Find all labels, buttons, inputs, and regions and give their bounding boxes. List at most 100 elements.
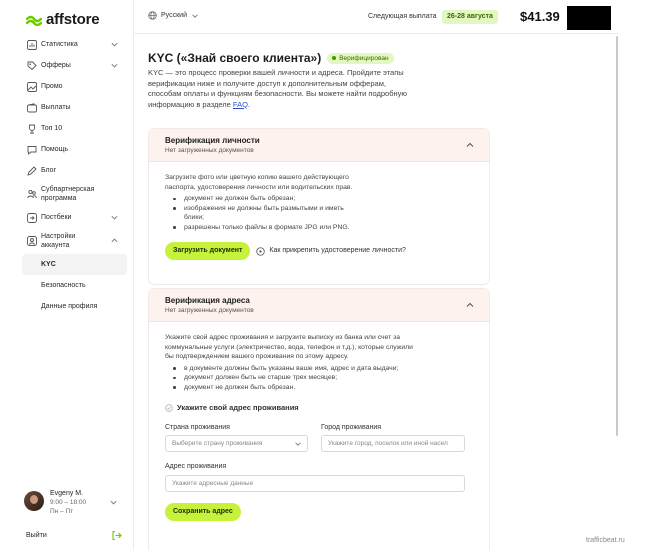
chevron-down-icon (110, 500, 117, 505)
chevron-down-icon (111, 42, 118, 47)
check-circle-icon (165, 404, 173, 412)
logout-icon (112, 530, 122, 541)
save-address-button[interactable]: Сохранить адрес (165, 502, 241, 521)
sidebar-item-offers[interactable]: Офферы (22, 55, 127, 76)
user-menu[interactable] (567, 6, 611, 30)
tag-icon (26, 60, 37, 71)
play-circle-icon (256, 246, 266, 256)
title-row: KYC («Знай своего клиента») Верифицирова… (148, 51, 394, 65)
intro-text: KYC — это процесс проверки вашей личност… (148, 68, 410, 110)
logout-label: Выйти (26, 532, 47, 539)
identity-description: Загрузите фото или цветную копию вашего … (165, 174, 353, 191)
sidebar-item-payouts[interactable]: Выплаты (22, 97, 127, 118)
address-input[interactable]: Укажите адресные данные (165, 474, 465, 492)
address-step: Укажите свой адрес проживания (165, 403, 473, 413)
address-description: Укажите свой адрес проживания и загрузит… (165, 334, 413, 360)
scrollbar[interactable] (616, 36, 618, 436)
list-item: разрешены только файлы в формате JPG или… (165, 223, 365, 233)
identity-verification-card: Верификация личности Нет загруженных док… (148, 128, 490, 285)
manager-days: Пн – Пт (50, 508, 74, 515)
sidebar-item-blog[interactable]: Блог (22, 160, 127, 181)
sidebar-item-label: Блог (41, 167, 57, 174)
page-title: KYC («Знай своего клиента») (148, 51, 322, 65)
country-placeholder: Выберите страну проживания (172, 440, 263, 447)
list-item: документ должен быть не старше трех меся… (165, 373, 425, 383)
identity-help-link[interactable]: Как прикрепить удостоверение личности? (256, 246, 406, 256)
list-item: документ не должен быть обрезан; (165, 194, 365, 204)
chevron-up-icon (466, 302, 474, 307)
address-actions: Сохранить адрес (165, 502, 473, 521)
sidebar-nav: Статистика Офферы Промо Выплаты Топ 10 П… (22, 34, 127, 317)
chevron-down-icon (111, 215, 118, 220)
identity-card-body: Загрузите фото или цветную копию вашего … (149, 162, 489, 272)
faq-link[interactable]: FAQ (233, 100, 248, 109)
sidebar-item-label: Статистика (41, 41, 78, 48)
sidebar-item-statistics[interactable]: Статистика (22, 34, 127, 55)
chevron-up-icon (111, 238, 118, 243)
identity-rules: документ не должен быть обрезан; изображ… (165, 194, 365, 232)
sidebar-item-label: Постбеки (41, 214, 72, 221)
address-card-header[interactable]: Верификация адреса Нет загруженных докум… (149, 289, 489, 322)
sidebar-subitem-security[interactable]: Безопасность (22, 275, 127, 296)
sidebar-subitem-kyc[interactable]: KYC (22, 254, 127, 275)
status-dot-icon (332, 56, 337, 60)
globe-icon (148, 11, 157, 20)
sidebar-item-account-settings[interactable]: Настройки аккаунта (22, 228, 127, 254)
sidebar-item-top10[interactable]: Топ 10 (22, 118, 127, 139)
address-card-body: Укажите свой адрес проживания и загрузит… (149, 322, 489, 533)
country-select[interactable]: Выберите страну проживания (165, 435, 308, 452)
manager-hours: 9:00 – 18:00 (50, 499, 87, 506)
sidebar: affstore Статистика Офферы Промо Выплаты… (0, 0, 134, 550)
address-label: Адрес проживания (165, 463, 227, 470)
language-selector[interactable]: Русский (148, 11, 199, 20)
sidebar-item-label: Субпартнерская программа (41, 186, 95, 202)
sidebar-item-postbacks[interactable]: Постбеки (22, 207, 127, 228)
upload-document-button[interactable]: Загрузить документ (165, 242, 251, 260)
address-rules: в документе должны быть указаны ваше имя… (165, 364, 425, 393)
image-icon (26, 81, 37, 92)
city-group: Город проживания Укажите город, поселок … (321, 423, 465, 452)
sidebar-item-label: Топ 10 (41, 125, 63, 132)
trophy-icon (26, 123, 37, 134)
intro-body: KYC — это процесс проверки вашей личност… (148, 68, 408, 109)
manager-name: Evgeny M. (50, 490, 84, 497)
language-label: Русский (161, 12, 187, 19)
city-label: Город проживания (321, 423, 382, 431)
sidebar-item-label: Промо (41, 83, 63, 90)
identity-card-header[interactable]: Верификация личности Нет загруженных док… (149, 129, 489, 162)
wallet-icon (26, 102, 37, 113)
identity-card-status: Нет загруженных документов (165, 147, 254, 154)
stats-icon (26, 39, 37, 50)
identity-actions: Загрузить документ Как прикрепить удосто… (165, 242, 473, 260)
chevron-down-icon (111, 63, 118, 68)
status-badge: Верифицирован (327, 52, 394, 64)
address-verification-card: Верификация адреса Нет загруженных докум… (148, 288, 490, 550)
city-input[interactable]: Укажите город, поселок или иной насел (321, 435, 465, 452)
address-step-label: Укажите свой адрес проживания (177, 403, 299, 412)
sidebar-item-label: Настройки аккаунта (41, 233, 76, 249)
avatar (24, 491, 44, 511)
logout-button[interactable]: Выйти (26, 530, 122, 541)
sidebar-item-help[interactable]: Помощь (22, 139, 127, 160)
user-settings-icon (26, 236, 37, 247)
sidebar-item-label: Выплаты (41, 104, 71, 111)
sidebar-item-subpartner[interactable]: Субпартнерская программа (22, 181, 127, 207)
chevron-up-icon (466, 142, 474, 147)
chevron-down-icon (295, 442, 301, 446)
sidebar-item-label: Офферы (41, 62, 71, 69)
intro-end: . (247, 99, 251, 109)
country-group: Страна проживания Выберите страну прожив… (165, 423, 308, 452)
sidebar-item-promo[interactable]: Промо (22, 76, 127, 97)
brand-logo[interactable]: affstore (26, 11, 100, 28)
identity-help-label: Как прикрепить удостоверение личности? (269, 247, 406, 255)
blog-icon (26, 165, 37, 176)
postback-icon (26, 212, 37, 223)
list-item: в документе должны быть указаны ваше имя… (165, 364, 425, 374)
watermark: trafficbeat.ru (586, 537, 625, 544)
sidebar-subitem-profile[interactable]: Данные профиля (22, 296, 127, 317)
address-row: Страна проживания Выберите страну прожив… (165, 423, 473, 452)
manager-card[interactable]: Evgeny M. 9:00 – 18:00 Пн – Пт (24, 488, 124, 518)
list-item: документ не должен быть обрезан. (165, 383, 425, 393)
brand-name: affstore (46, 11, 100, 28)
next-payout-date: 26-28 августа (442, 10, 498, 24)
